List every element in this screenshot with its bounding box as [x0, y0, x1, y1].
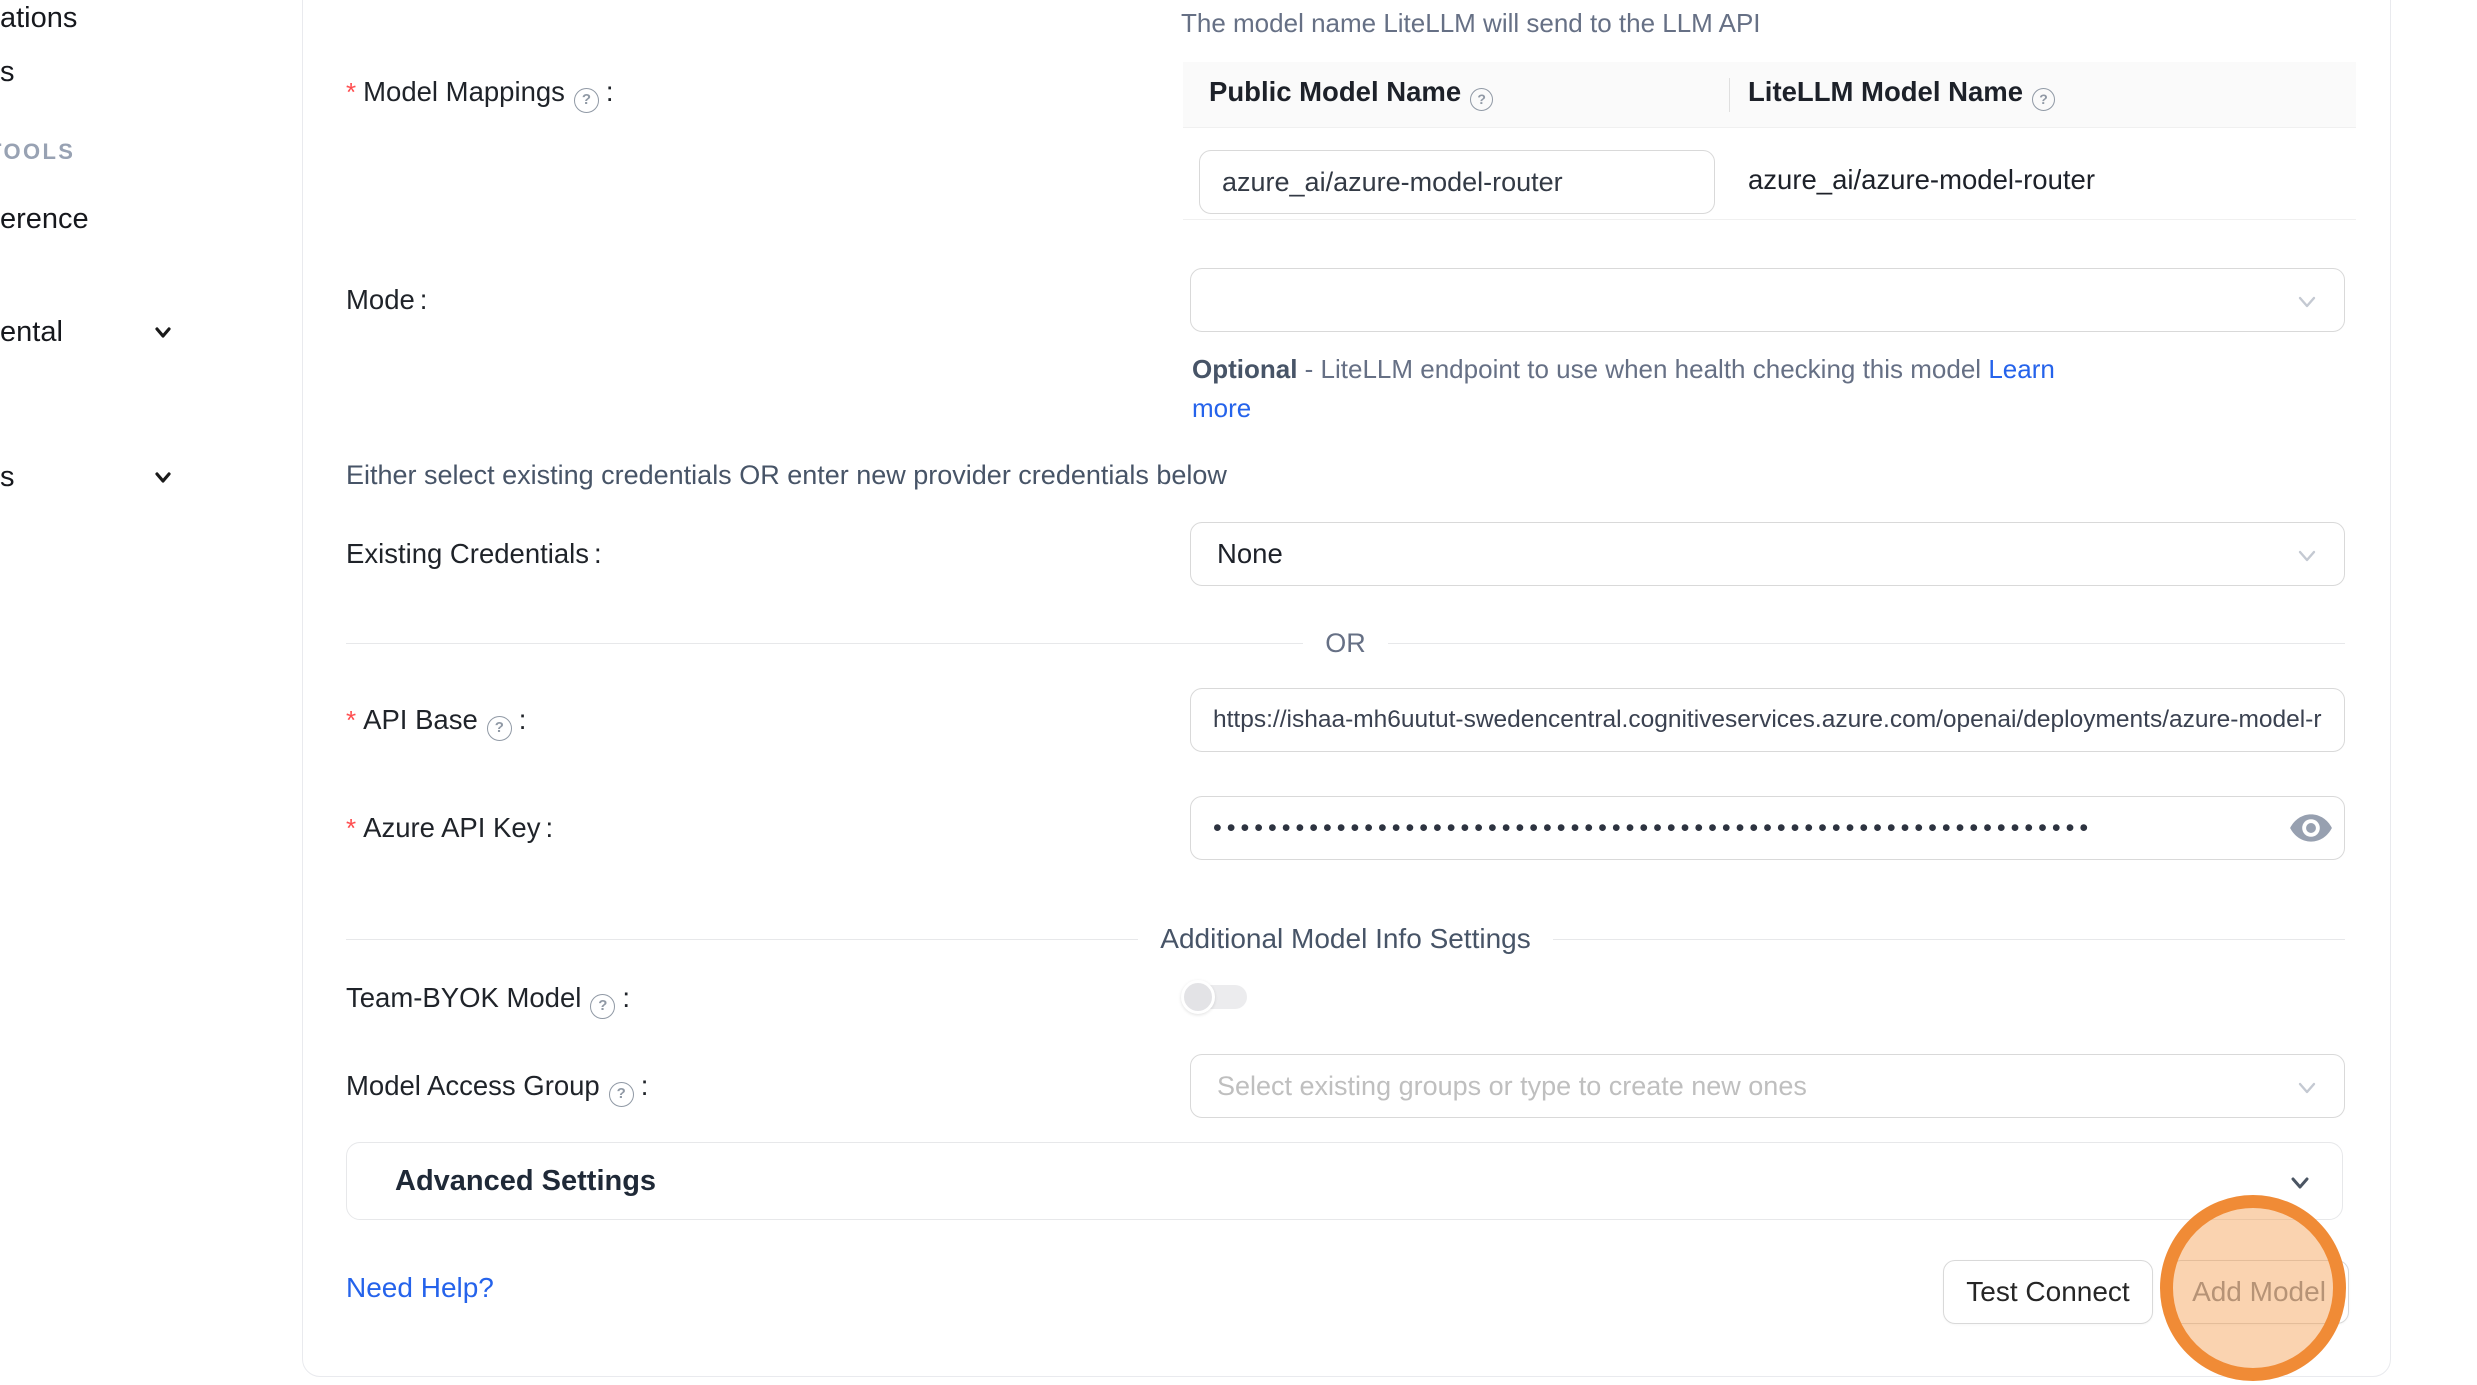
api-base-label: *API Base?: — [346, 701, 526, 741]
team-byok-toggle[interactable] — [1183, 980, 1249, 1014]
sidebar-item-models[interactable]: s — [0, 54, 15, 90]
table-bottom-border — [1183, 219, 2356, 220]
api-base-input[interactable] — [1190, 688, 2345, 752]
required-asterisk: * — [346, 77, 356, 107]
add-model-button[interactable]: Add Model — [2169, 1260, 2349, 1324]
model-name-helper-text: The model name LiteLLM will send to the … — [1181, 8, 1761, 39]
sidebar-item-experimental[interactable]: ental — [0, 314, 63, 350]
help-icon[interactable]: ? — [1470, 88, 1493, 111]
toggle-password-visibility-eye-icon[interactable] — [2288, 806, 2334, 850]
test-connect-button[interactable]: Test Connect — [1943, 1260, 2153, 1324]
chevron-down-icon[interactable] — [150, 319, 176, 345]
sidebar-section-tools: TOOLS — [0, 137, 75, 167]
need-help-link[interactable]: Need Help? — [346, 1272, 494, 1304]
help-icon[interactable]: ? — [2032, 88, 2055, 111]
mode-label: Mode: — [346, 281, 427, 319]
mode-select[interactable] — [1190, 268, 2345, 332]
chevron-down-icon — [2292, 287, 2322, 317]
sidebar-item-integrations[interactable]: ations — [0, 0, 77, 36]
credentials-helper-text: Either select existing credentials OR en… — [346, 460, 1227, 491]
additional-model-info-divider: Additional Model Info Settings — [346, 924, 2345, 954]
chevron-down-icon[interactable] — [150, 464, 176, 490]
required-asterisk: * — [346, 705, 356, 735]
or-divider: OR — [346, 628, 2345, 658]
model-mappings-table-header: Public Model Name? LiteLLM Model Name? — [1183, 62, 2356, 128]
sidebar-item-reference[interactable]: erence — [0, 201, 89, 237]
existing-credentials-label: Existing Credentials: — [346, 535, 602, 573]
public-model-name-header: Public Model Name? — [1209, 76, 1495, 111]
required-asterisk: * — [346, 813, 356, 843]
advanced-settings-title: Advanced Settings — [395, 1165, 656, 1198]
help-icon[interactable]: ? — [609, 1082, 634, 1107]
advanced-settings-panel[interactable]: Advanced Settings — [346, 1142, 2343, 1220]
learn-more-link[interactable]: Learn — [1988, 354, 2055, 384]
team-byok-label: Team-BYOK Model?: — [346, 979, 630, 1019]
litellm-model-name-value: azure_ai/azure-model-router — [1748, 164, 2095, 196]
add-model-page: ations s TOOLS erence ental s The model … — [0, 0, 2477, 1385]
model-mappings-label: *Model Mappings?: — [346, 73, 614, 113]
mode-help-text: Optional - LiteLLM endpoint to use when … — [1192, 350, 2352, 428]
azure-api-key-label: *Azure API Key: — [346, 809, 553, 847]
chevron-down-icon — [2292, 541, 2322, 571]
toggle-knob — [1181, 980, 1215, 1014]
help-icon[interactable]: ? — [574, 88, 599, 113]
help-icon[interactable]: ? — [590, 994, 615, 1019]
existing-credentials-select[interactable]: None — [1190, 522, 2345, 586]
public-model-name-input[interactable] — [1199, 150, 1715, 214]
litellm-model-name-header: LiteLLM Model Name? — [1748, 76, 2057, 111]
azure-api-key-input[interactable] — [1190, 796, 2345, 860]
chevron-down-icon — [2286, 1169, 2314, 1197]
help-icon[interactable]: ? — [487, 716, 512, 741]
column-divider — [1729, 78, 1730, 112]
sidebar-item-settings[interactable]: s — [0, 459, 15, 495]
learn-more-link[interactable]: more — [1192, 393, 1251, 423]
chevron-down-icon — [2292, 1073, 2322, 1103]
model-access-group-label: Model Access Group?: — [346, 1067, 648, 1107]
model-access-group-select[interactable]: Select existing groups or type to create… — [1190, 1054, 2345, 1118]
